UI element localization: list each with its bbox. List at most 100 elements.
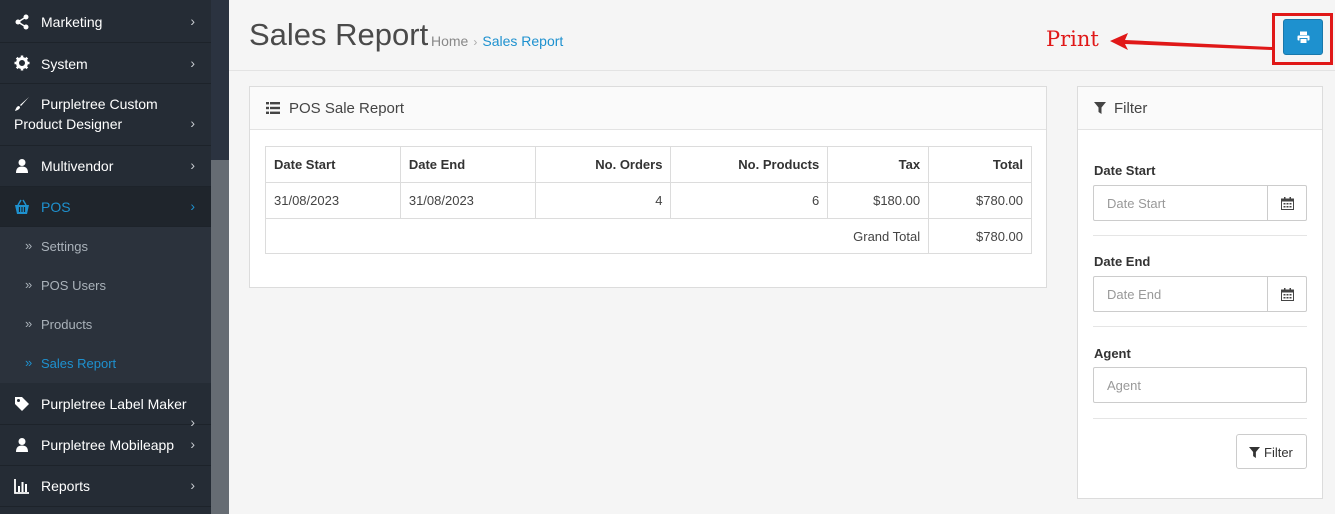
sidebar-item-multivendor[interactable]: Multivendor ›	[0, 146, 211, 187]
column-header-total[interactable]: Total	[928, 146, 1032, 183]
chevron-right-icon: ›	[190, 436, 195, 452]
grand-total-label: Grand Total	[264, 218, 930, 254]
agent-input[interactable]	[1094, 368, 1306, 402]
sidebar-item-pos[interactable]: POS ›	[0, 187, 211, 227]
gear-icon	[14, 55, 30, 71]
sidebar-subitem-label: Products	[41, 317, 93, 332]
breadcrumb: Home › Sales Report	[431, 33, 563, 49]
sidebar-item-label: Product Designer	[14, 116, 123, 132]
sidebar-subitem-label: POS Users	[41, 278, 107, 293]
sidebar-item-label: Purpletree Custom	[41, 96, 158, 112]
cell-orders: 4	[534, 182, 672, 219]
cell-date-end: 31/08/2023	[399, 182, 536, 219]
report-panel-heading: POS Sale Report	[250, 87, 1046, 130]
column-header-orders[interactable]: No. Orders	[534, 146, 672, 183]
scrollbar-thumb[interactable]	[211, 160, 229, 514]
filter-panel: Filter Date Start Date End Agent	[1077, 86, 1323, 499]
agent-label: Agent	[1094, 346, 1131, 361]
cell-total: $780.00	[928, 182, 1032, 219]
share-icon	[15, 14, 29, 30]
list-icon	[266, 102, 280, 114]
double-chevron-icon: »	[25, 316, 33, 331]
sidebar-item-label-maker[interactable]: Purpletree Label Maker ›	[0, 384, 211, 430]
bar-chart-icon	[14, 479, 29, 494]
breadcrumb-separator-icon: ›	[473, 35, 478, 49]
sidebar-subitem-sales-report[interactable]: » Sales Report	[0, 344, 211, 383]
table-row: 31/08/2023 31/08/2023 4 6 $180.00 $780.0…	[265, 182, 1032, 219]
brush-icon	[15, 97, 29, 111]
filter-panel-heading: Filter	[1078, 87, 1322, 130]
sidebar-subitem-label: Sales Report	[41, 356, 117, 371]
cell-date-start: 31/08/2023	[265, 182, 401, 219]
date-start-input[interactable]	[1094, 186, 1267, 220]
sidebar-item-marketing[interactable]: Marketing ›	[0, 0, 211, 43]
column-header-date-start[interactable]: Date Start	[265, 146, 401, 183]
breadcrumb-home[interactable]: Home	[431, 33, 468, 49]
cell-tax: $180.00	[827, 182, 930, 219]
sidebar-subitem-settings[interactable]: » Settings	[0, 227, 211, 266]
double-chevron-icon: »	[25, 277, 33, 292]
report-panel-title: POS Sale Report	[289, 100, 405, 117]
sidebar-item-label: Multivendor	[41, 158, 114, 174]
annotation-arrow-icon	[1110, 33, 1272, 50]
filter-button[interactable]: Filter	[1236, 434, 1307, 469]
sidebar-item-label: Purpletree Label Maker	[41, 396, 187, 412]
sidebar-item-label: Reports	[41, 478, 91, 494]
report-panel: POS Sale Report Date Start Date End No. …	[249, 86, 1047, 288]
sales-report-table: Date Start Date End No. Orders No. Produ…	[264, 146, 1032, 254]
date-end-label: Date End	[1094, 254, 1151, 269]
sidebar-item-label: Marketing	[41, 14, 103, 30]
divider	[1093, 418, 1307, 419]
user-icon	[16, 159, 28, 173]
grand-total-row: Grand Total $780.00	[264, 218, 1032, 254]
page-title: Sales Report	[249, 17, 429, 52]
chevron-right-icon: ›	[190, 157, 195, 173]
filter-icon	[1094, 102, 1106, 114]
user-icon	[16, 438, 28, 452]
breadcrumb-current[interactable]: Sales Report	[482, 33, 563, 49]
date-start-label: Date Start	[1094, 163, 1156, 178]
sidebar-item-reports[interactable]: Reports ›	[0, 466, 211, 507]
sidebar-subitem-label: Settings	[41, 239, 88, 254]
basket-icon	[15, 199, 29, 214]
column-header-date-end[interactable]: Date End	[399, 146, 536, 183]
calendar-icon	[1281, 197, 1294, 210]
sidebar-item-custom-product-designer[interactable]: Purpletree Custom Product Designer ›	[0, 85, 211, 146]
print-annotation-label: Print	[1046, 27, 1099, 51]
date-start-field[interactable]	[1093, 185, 1268, 221]
agent-field[interactable]	[1093, 367, 1307, 403]
filter-panel-title: Filter	[1114, 100, 1148, 117]
sidebar-subitem-pos-users[interactable]: » POS Users	[0, 266, 211, 305]
double-chevron-icon: »	[25, 238, 33, 253]
sidebar-item-label: POS	[41, 199, 71, 215]
sidebar-item-label: Purpletree Mobileapp	[41, 437, 175, 453]
column-header-products[interactable]: No. Products	[670, 146, 829, 183]
chevron-right-icon: ›	[190, 13, 195, 29]
column-header-tax[interactable]: Tax	[827, 146, 930, 183]
chevron-right-icon: ›	[190, 198, 195, 214]
divider	[1093, 326, 1307, 327]
sidebar-item-mobileapp[interactable]: Purpletree Mobileapp ›	[0, 425, 211, 466]
divider	[1093, 235, 1307, 236]
sidebar-item-label: System	[41, 56, 88, 72]
chevron-right-icon: ›	[190, 115, 195, 131]
sidebar-scrollbar[interactable]	[211, 0, 229, 514]
tag-icon	[15, 397, 29, 411]
chevron-right-icon: ›	[190, 55, 195, 71]
date-start-calendar-button[interactable]	[1267, 185, 1307, 221]
date-end-input[interactable]	[1094, 277, 1267, 311]
double-chevron-icon: »	[25, 355, 33, 370]
date-end-calendar-button[interactable]	[1267, 276, 1307, 312]
table-header-row: Date Start Date End No. Orders No. Produ…	[265, 146, 1032, 183]
sidebar-item-system[interactable]: System ›	[0, 44, 211, 84]
date-end-field[interactable]	[1093, 276, 1268, 312]
sidebar-subitem-products[interactable]: » Products	[0, 305, 211, 344]
cell-products: 6	[670, 182, 829, 219]
print-icon	[1297, 31, 1310, 44]
sidebar: Marketing › System › Purpletree Custom P…	[0, 0, 211, 514]
chevron-right-icon: ›	[190, 477, 195, 493]
grand-total-value: $780.00	[928, 218, 1032, 254]
filter-icon	[1249, 447, 1260, 458]
calendar-icon	[1281, 288, 1294, 301]
print-button[interactable]	[1283, 19, 1323, 55]
